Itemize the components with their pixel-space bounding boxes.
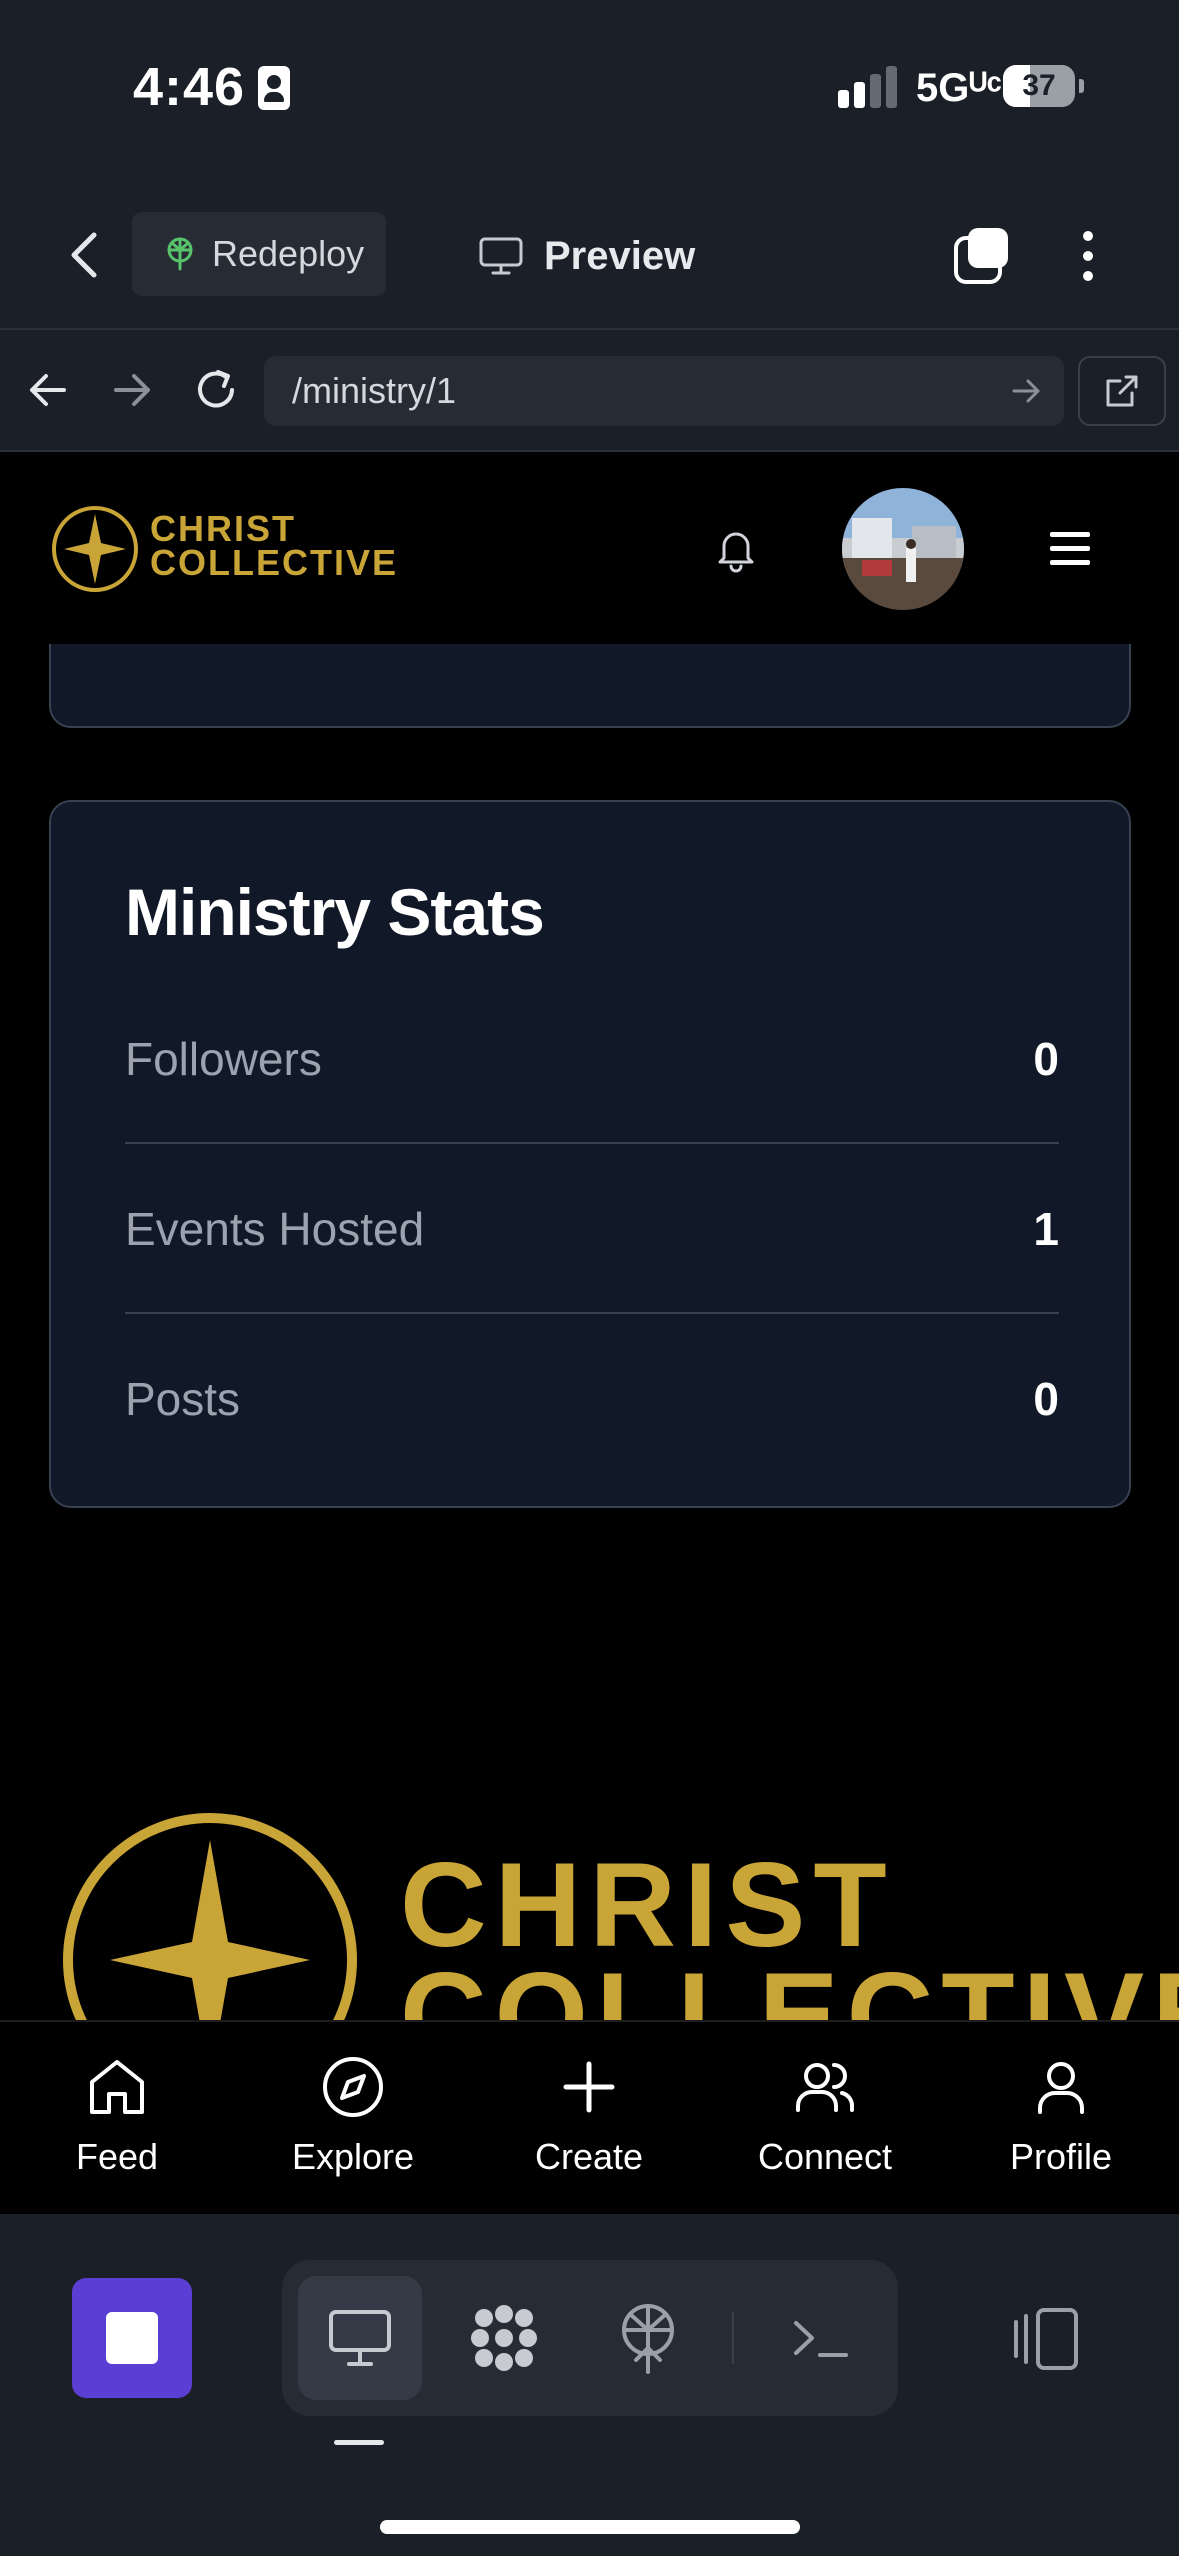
previous-card bbox=[49, 644, 1131, 728]
replit-bottom-toolbar bbox=[0, 2214, 1179, 2556]
battery-icon: 37 bbox=[1003, 65, 1075, 107]
tool-deploy[interactable] bbox=[586, 2276, 710, 2400]
signal-strength-icon bbox=[838, 66, 898, 108]
battery-percent: 37 bbox=[1022, 69, 1056, 102]
home-icon bbox=[90, 2060, 144, 2114]
preview-monitor-icon bbox=[329, 2310, 391, 2366]
footer-logo-line-1: CHRIST bbox=[400, 1838, 895, 1972]
logo-line-2: COLLECTIVE bbox=[150, 542, 399, 583]
nav-item-connect[interactable]: Connect bbox=[730, 2052, 920, 2202]
stat-label: Events Hosted bbox=[125, 1203, 425, 1255]
stat-value: 1 bbox=[1033, 1203, 1059, 1255]
replit-topbar: Redeploy Preview bbox=[0, 180, 1179, 330]
logo-line-1: CHRIST bbox=[150, 508, 296, 549]
tool-agent[interactable] bbox=[442, 2276, 566, 2400]
stop-button[interactable] bbox=[72, 2278, 192, 2398]
url-input[interactable]: /ministry/1 bbox=[264, 356, 1064, 426]
footer-logo: CHRIST COLLECTIVE bbox=[0, 1780, 1179, 2020]
nav-label: Explore bbox=[291, 2136, 415, 2177]
external-link-icon bbox=[1106, 375, 1138, 407]
monitor-icon bbox=[479, 237, 523, 275]
tool-separator bbox=[732, 2312, 734, 2364]
browser-back-icon[interactable] bbox=[20, 362, 76, 418]
stat-value: 0 bbox=[1033, 1033, 1059, 1085]
open-in-new-tab-button[interactable] bbox=[1078, 356, 1166, 426]
site-header: CHRIST COLLECTIVE bbox=[0, 452, 1179, 644]
nav-item-feed[interactable]: Feed bbox=[22, 2052, 212, 2202]
nav-label: Profile bbox=[1009, 2136, 1113, 2177]
browser-forward-icon[interactable] bbox=[104, 362, 160, 418]
preview-label: Preview bbox=[544, 233, 696, 278]
menu-icon[interactable] bbox=[1050, 532, 1090, 566]
status-time: 4:46 bbox=[133, 57, 246, 117]
tabs-icon[interactable] bbox=[952, 226, 1012, 286]
browser-url-bar: /ministry/1 bbox=[0, 330, 1179, 452]
stat-label: Posts bbox=[125, 1373, 241, 1425]
active-tool-indicator bbox=[334, 2440, 384, 2445]
avatar-photo bbox=[842, 488, 964, 610]
network-type: 5Gᵁᶜ bbox=[916, 66, 1002, 110]
user-avatar[interactable] bbox=[842, 488, 964, 610]
status-bar: 4:46 5Gᵁᶜ 37 bbox=[0, 0, 1179, 180]
go-arrow-icon[interactable] bbox=[1008, 373, 1044, 409]
stat-row-events-hosted: Events Hosted 1 bbox=[125, 1144, 1059, 1314]
christ-collective-logo-icon[interactable] bbox=[50, 504, 140, 594]
footer-logo-text: CHRIST COLLECTIVE bbox=[400, 1838, 1179, 2020]
ministry-stats-title: Ministry Stats bbox=[125, 875, 545, 949]
tool-preview[interactable] bbox=[298, 2276, 422, 2400]
stat-value: 0 bbox=[1033, 1373, 1059, 1425]
more-vertical-icon[interactable] bbox=[1076, 226, 1100, 286]
agent-grid-icon bbox=[471, 2305, 537, 2371]
nav-label: Connect bbox=[757, 2136, 893, 2177]
home-indicator[interactable] bbox=[380, 2520, 800, 2534]
battery-tip bbox=[1079, 79, 1084, 93]
plus-icon bbox=[563, 2061, 615, 2113]
url-text: /ministry/1 bbox=[292, 370, 457, 411]
nav-item-explore[interactable]: Explore bbox=[258, 2052, 448, 2202]
preview-tab[interactable]: Preview bbox=[478, 228, 695, 284]
nav-item-profile[interactable]: Profile bbox=[966, 2052, 1156, 2202]
footer-logo-icon bbox=[63, 1813, 357, 2020]
compass-icon bbox=[323, 2057, 383, 2117]
app-bottom-nav: Feed Explore Create Connect Profile bbox=[0, 2020, 1179, 2214]
console-icon bbox=[794, 2321, 848, 2357]
footer-logo-line-2: COLLECTIVE bbox=[400, 1948, 1179, 2020]
notification-bell-icon[interactable] bbox=[710, 522, 762, 574]
nav-item-create[interactable]: Create bbox=[494, 2052, 684, 2202]
split-layout-icon[interactable] bbox=[1010, 2304, 1082, 2374]
nav-label: Create bbox=[534, 2136, 644, 2177]
users-icon bbox=[796, 2063, 854, 2112]
user-icon bbox=[1038, 2062, 1084, 2114]
ministry-stats-card: Ministry Stats Followers 0 Events Hosted… bbox=[49, 800, 1131, 1508]
deploy-icon bbox=[622, 2304, 674, 2374]
tool-switcher bbox=[282, 2260, 898, 2416]
stat-row-posts: Posts 0 bbox=[125, 1314, 1059, 1484]
nav-label: Feed bbox=[75, 2136, 159, 2177]
redeploy-button[interactable]: Redeploy bbox=[132, 212, 386, 296]
contact-card-icon bbox=[258, 66, 290, 110]
stat-row-followers: Followers 0 bbox=[125, 974, 1059, 1144]
stat-label: Followers bbox=[125, 1033, 322, 1085]
tool-console[interactable] bbox=[758, 2276, 882, 2400]
reload-icon[interactable] bbox=[188, 362, 244, 418]
deploy-tree-icon bbox=[167, 237, 193, 271]
redeploy-label: Redeploy bbox=[212, 233, 365, 274]
back-chevron-icon[interactable] bbox=[60, 225, 110, 285]
site-logo-text[interactable]: CHRIST COLLECTIVE bbox=[150, 508, 399, 583]
